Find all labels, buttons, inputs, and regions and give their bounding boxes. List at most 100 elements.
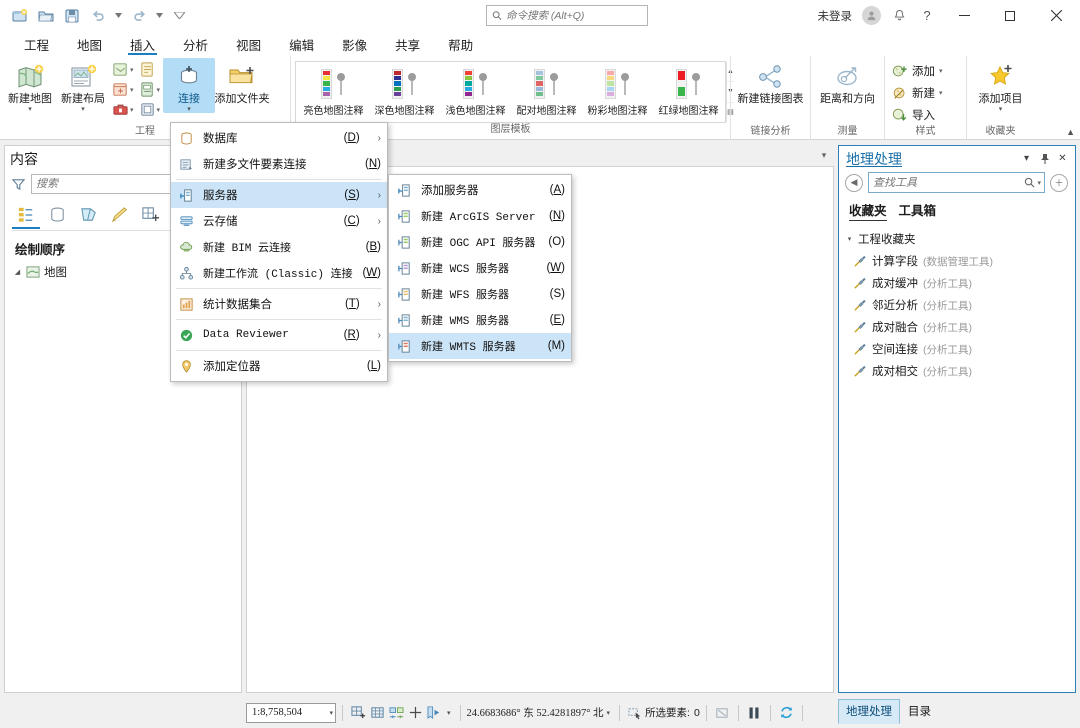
tool-item[interactable]: 成对相交 (分析工具) — [839, 360, 1075, 382]
toolbox-dropdown-icon[interactable]: ▾ — [130, 106, 134, 114]
add-data-button[interactable]: ▾ — [110, 80, 136, 99]
add-point-icon[interactable] — [406, 703, 425, 723]
style-new-button[interactable]: 新建 ▾ — [889, 83, 948, 103]
menu-item-new-workflow-connection[interactable]: 新建工作流 (Classic) 连接 (W) — [171, 260, 387, 286]
help-icon[interactable]: ? — [914, 3, 940, 29]
menu-item-new-ogc-api-server[interactable]: 新建 OGC API 服务器 (O) — [389, 229, 571, 255]
gallery-item[interactable]: 亮色地图注释 — [298, 65, 369, 117]
maximize-button[interactable] — [988, 0, 1032, 32]
bookmark-nav-icon[interactable] — [425, 703, 444, 723]
account-avatar[interactable] — [858, 3, 884, 29]
contents-tab-snapping[interactable] — [136, 201, 164, 227]
command-search-box[interactable] — [486, 5, 648, 26]
new-map-dropdown-icon[interactable]: ▾ — [28, 106, 32, 113]
tool-item[interactable]: 成对融合 (分析工具) — [839, 316, 1075, 338]
collapse-triangle-icon[interactable]: ▾ — [845, 235, 854, 243]
new-notebook-dropdown-icon[interactable]: ▾ — [157, 106, 161, 114]
clear-selection-icon[interactable] — [713, 703, 732, 723]
menu-item-statistics-collection[interactable]: 统计数据集合 (T) › — [171, 291, 387, 317]
gallery-item[interactable]: 配对地图注释 — [511, 65, 582, 117]
new-layout-dropdown-icon[interactable]: ▾ — [81, 106, 85, 113]
save-project-icon[interactable] — [60, 4, 84, 28]
menu-item-new-wcs-server[interactable]: 新建 WCS 服务器 (W) — [389, 255, 571, 281]
ribbon-tab-project[interactable]: 工程 — [10, 32, 63, 56]
command-search-input[interactable] — [505, 9, 642, 22]
menu-item-add-server[interactable]: 添加服务器 (A) — [389, 177, 571, 203]
filter-icon[interactable] — [11, 178, 26, 191]
gallery-item[interactable]: 深色地图注释 — [369, 65, 440, 117]
notifications-bell-icon[interactable] — [886, 3, 912, 29]
tool-item[interactable]: 计算字段 (数据管理工具) — [839, 250, 1075, 272]
style-new-dropdown-icon[interactable]: ▾ — [939, 89, 943, 97]
geoprocessing-close-icon[interactable]: ✕ — [1054, 150, 1071, 167]
style-add-button[interactable]: 添加 ▾ — [889, 61, 948, 81]
open-project-icon[interactable] — [34, 4, 58, 28]
add-item-dropdown-icon[interactable]: ▾ — [999, 106, 1003, 113]
ribbon-tab-help[interactable]: 帮助 — [434, 32, 487, 56]
project-favorites-group[interactable]: ▾ 工程收藏夹 — [839, 229, 1075, 250]
gallery-item[interactable]: 红绿地图注释 — [653, 65, 724, 117]
bottom-tab-geoprocessing[interactable]: 地理处理 — [838, 699, 900, 724]
view-tab-chevron-down-icon[interactable]: ▾ — [814, 150, 834, 161]
redo-icon[interactable] — [127, 4, 151, 28]
customize-qat-icon[interactable] — [168, 4, 190, 28]
ribbon-tab-analysis[interactable]: 分析 — [169, 32, 222, 56]
tool-item[interactable]: 成对缓冲 (分析工具) — [839, 272, 1075, 294]
contents-tab-drawing-order[interactable] — [12, 201, 40, 229]
scale-dropdown-icon[interactable]: ▾ — [329, 709, 333, 717]
bottom-tab-catalog[interactable]: 目录 — [900, 699, 939, 724]
expand-triangle-icon[interactable]: ◢ — [13, 268, 22, 276]
menu-item-new-arcgis-server[interactable]: 新建 ArcGIS Server (N) — [389, 203, 571, 229]
menu-item-data-reviewer[interactable]: Data Reviewer (R) › — [171, 322, 387, 348]
coordinates-dropdown-icon[interactable]: ▾ — [604, 709, 614, 717]
map-scale-box[interactable]: 1:8,758,504 ▾ — [246, 702, 336, 723]
go-to-xy-icon[interactable] — [349, 703, 368, 723]
add-item-button[interactable]: 添加项目 ▾ — [971, 58, 1030, 113]
add-tool-icon[interactable]: ＋ — [1050, 173, 1068, 192]
menu-item-new-bim-cloud-connection[interactable]: 新建 BIM 云连接 (B) — [171, 234, 387, 260]
gallery-item[interactable]: 浅色地图注释 — [440, 65, 511, 117]
import-map-dropdown-icon[interactable]: ▾ — [130, 66, 134, 74]
explore-icon[interactable] — [387, 703, 406, 723]
new-map-button[interactable]: 新建地图 ▾ — [4, 58, 56, 113]
refresh-icon[interactable] — [777, 703, 796, 723]
ribbon-collapse-icon[interactable]: ▲ — [1066, 127, 1075, 137]
tab-toolboxes[interactable]: 工具箱 — [899, 200, 937, 221]
add-data-dropdown-icon[interactable]: ▾ — [130, 86, 134, 94]
tool-item[interactable]: 空间连接 (分析工具) — [839, 338, 1075, 360]
menu-item-new-wfs-server[interactable]: 新建 WFS 服务器 (S) — [389, 281, 571, 307]
distance-direction-button[interactable]: 距离和方向 — [815, 58, 880, 105]
contents-tab-data-source[interactable] — [43, 201, 71, 227]
add-preset-dropdown-icon[interactable]: ▾ — [157, 86, 161, 94]
contents-tab-editing[interactable] — [105, 201, 133, 227]
tool-search-input[interactable] — [873, 176, 1023, 189]
tool-search-box[interactable]: ▾ — [868, 172, 1045, 193]
new-layout-button[interactable]: 新建布局 ▾ — [57, 58, 109, 113]
import-layout-button[interactable] — [137, 60, 158, 79]
ribbon-tab-insert[interactable]: 插入 — [116, 32, 169, 56]
add-folder-button[interactable]: 添加文件夹 — [215, 58, 270, 105]
menu-item-new-wms-server[interactable]: 新建 WMS 服务器 (E) — [389, 307, 571, 333]
ribbon-tab-map[interactable]: 地图 — [63, 32, 116, 56]
grid-icon[interactable] — [368, 703, 387, 723]
gallery-item[interactable]: 粉彩地图注释 — [582, 65, 653, 117]
selected-features-icon[interactable] — [626, 703, 645, 723]
geoprocessing-pin-icon[interactable] — [1036, 150, 1053, 167]
menu-item-servers[interactable]: 服务器 (S) › — [171, 182, 387, 208]
close-button[interactable] — [1034, 0, 1078, 32]
menu-item-new-multifile-feature-connection[interactable]: 新建多文件要素连接 (N) — [171, 151, 387, 177]
pause-drawing-icon[interactable] — [745, 703, 764, 723]
menu-item-new-wmts-server[interactable]: 新建 WMTS 服务器 (M) — [389, 333, 571, 359]
undo-icon[interactable] — [86, 4, 110, 28]
import-map-button[interactable]: ▾ — [110, 60, 136, 79]
tool-item[interactable]: 邻近分析 (分析工具) — [839, 294, 1075, 316]
menu-item-cloud-storage[interactable]: 云存储 (C) › — [171, 208, 387, 234]
new-link-chart-button[interactable]: 新建链接图表 — [735, 58, 806, 105]
style-import-button[interactable]: 导入 — [889, 105, 940, 125]
redo-dropdown-icon[interactable] — [153, 4, 166, 28]
connections-dropdown-icon[interactable]: ▾ — [187, 106, 191, 113]
contents-tab-selection[interactable] — [74, 201, 102, 227]
style-add-dropdown-icon[interactable]: ▾ — [939, 67, 943, 75]
new-notebook-button[interactable]: ▾ — [137, 100, 163, 119]
tab-favorites[interactable]: 收藏夹 — [849, 200, 887, 221]
